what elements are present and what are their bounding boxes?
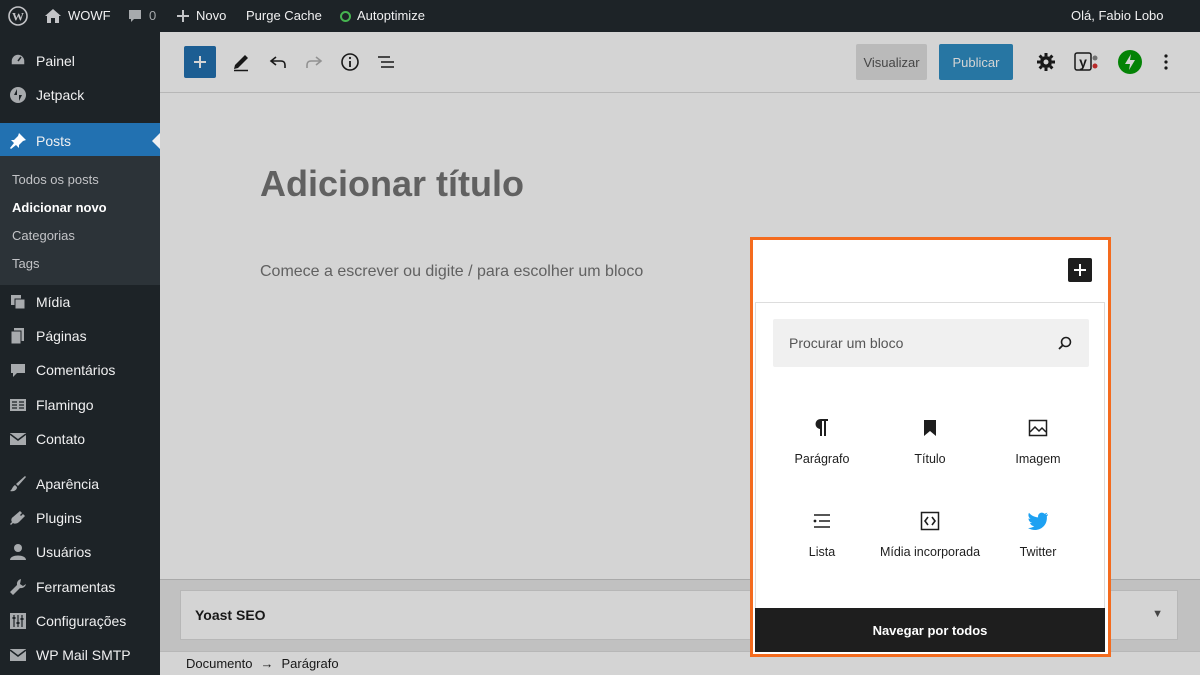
block-twitter[interactable]: Twitter [984,509,1092,559]
sidebar-item-label: Configurações [36,613,127,629]
sidebar-item-ferramentas[interactable]: Ferramentas [0,570,160,604]
sidebar-item-midia[interactable]: Mídia [0,285,160,319]
inserter-plus-button[interactable] [1068,258,1092,282]
purge-cache-label: Purge Cache [246,8,322,23]
brush-icon [8,474,28,494]
dashboard-icon [8,51,28,71]
admin-sidebar: Painel Jetpack Posts Todos os posts Adic… [0,32,160,675]
block-label: Título [914,452,946,466]
sidebar-item-usuarios[interactable]: Usuários [0,535,160,569]
jetpack-icon [8,85,28,105]
flamingo-icon [8,395,28,415]
sidebar-item-painel[interactable]: Painel [0,44,160,78]
autoptimize-link[interactable]: Autoptimize [340,0,425,32]
status-ring-icon [340,10,351,22]
block-list[interactable]: Lista [768,509,876,559]
comments-link[interactable]: 0 [127,0,156,32]
sidebar-item-label: Aparência [36,476,100,492]
block-label: Parágrafo [794,452,850,466]
embed-icon [876,509,984,533]
search-icon [1058,336,1072,350]
submenu-item-all-posts[interactable]: Todos os posts [12,172,99,187]
block-image[interactable]: Imagem [984,416,1092,466]
sidebar-item-label: WP Mail SMTP [36,647,131,663]
site-name: WOWF [68,8,111,23]
paragraph-icon [768,416,876,440]
svg-text:W: W [12,10,24,24]
sidebar-item-label: Usuários [36,544,92,560]
comments-count: 0 [149,8,157,23]
block-search-input[interactable]: Procurar um bloco [773,319,1089,367]
block-heading[interactable]: Título [876,416,984,466]
user-icon [8,542,28,562]
block-paragraph[interactable]: Parágrafo [768,416,876,466]
sidebar-item-label: Contato [36,431,86,447]
plug-icon [8,508,28,528]
search-placeholder: Procurar um bloco [789,335,904,351]
block-label: Lista [808,545,836,559]
admin-bar: W WOWF 0 Novo Purge Cache Autoptimize Ol… [0,0,1200,32]
sidebar-item-label: Plugins [36,510,82,526]
block-label: Imagem [1015,452,1061,466]
new-label: Novo [196,8,227,23]
plus-icon [1074,264,1086,276]
media-icon [8,292,28,312]
comment-bubble-icon [129,10,141,22]
sidebar-item-label: Jetpack [36,87,85,103]
home-icon [45,9,61,23]
greeting-label: Olá, Fabio Lobo [1071,8,1164,23]
submenu-item-categories[interactable]: Categorias [12,228,75,243]
sidebar-item-label: Ferramentas [36,579,116,595]
bookmark-icon [876,416,984,440]
purge-cache-link[interactable]: Purge Cache [246,0,322,32]
posts-submenu: Todos os posts Adicionar novo Categorias… [0,156,160,285]
settings-icon [8,611,28,631]
sidebar-item-posts[interactable]: Posts [0,123,160,159]
autoptimize-label: Autoptimize [357,8,425,23]
new-content-link[interactable]: Novo [176,0,226,32]
sidebar-item-paginas[interactable]: Páginas [0,319,160,353]
block-embed[interactable]: Mídia incorporada [876,509,984,559]
sidebar-item-configuracoes[interactable]: Configurações [0,604,160,638]
sidebar-item-plugins[interactable]: Plugins [0,501,160,535]
sidebar-item-aparencia[interactable]: Aparência [0,467,160,501]
twitter-icon [984,509,1092,533]
sidebar-item-contato[interactable]: Contato [0,422,160,456]
plus-icon [177,10,189,22]
sidebar-item-wp-mail-smtp[interactable]: WP Mail SMTP [0,638,160,672]
block-label: Twitter [1019,545,1057,559]
pin-icon [8,131,28,151]
sidebar-item-label: Flamingo [36,397,94,413]
list-icon [768,509,876,533]
sidebar-item-label: Comentários [36,362,116,378]
account-greeting[interactable]: Olá, Fabio Lobo [1071,0,1164,32]
block-label: Mídia incorporada [879,545,981,559]
site-name-link[interactable]: WOWF [44,0,111,32]
smtp-icon [8,645,28,665]
sidebar-item-label: Painel [36,53,75,69]
sidebar-item-flamingo[interactable]: Flamingo [0,388,160,422]
submenu-item-add-new[interactable]: Adicionar novo [12,200,107,215]
wordpress-logo-icon[interactable]: W [8,0,28,32]
pages-icon [8,326,28,346]
sidebar-item-comentarios[interactable]: Comentários [0,353,160,387]
sidebar-item-jetpack[interactable]: Jetpack [0,78,160,112]
comments-icon [8,360,28,380]
wrench-icon [8,577,28,597]
sidebar-item-label: Mídia [36,294,71,310]
sidebar-item-label: Posts [36,133,72,149]
image-icon [984,416,1092,440]
mail-icon [8,429,28,449]
browse-all-button[interactable]: Navegar por todos [755,608,1105,652]
submenu-item-tags[interactable]: Tags [12,256,39,271]
sidebar-item-label: Páginas [36,328,87,344]
